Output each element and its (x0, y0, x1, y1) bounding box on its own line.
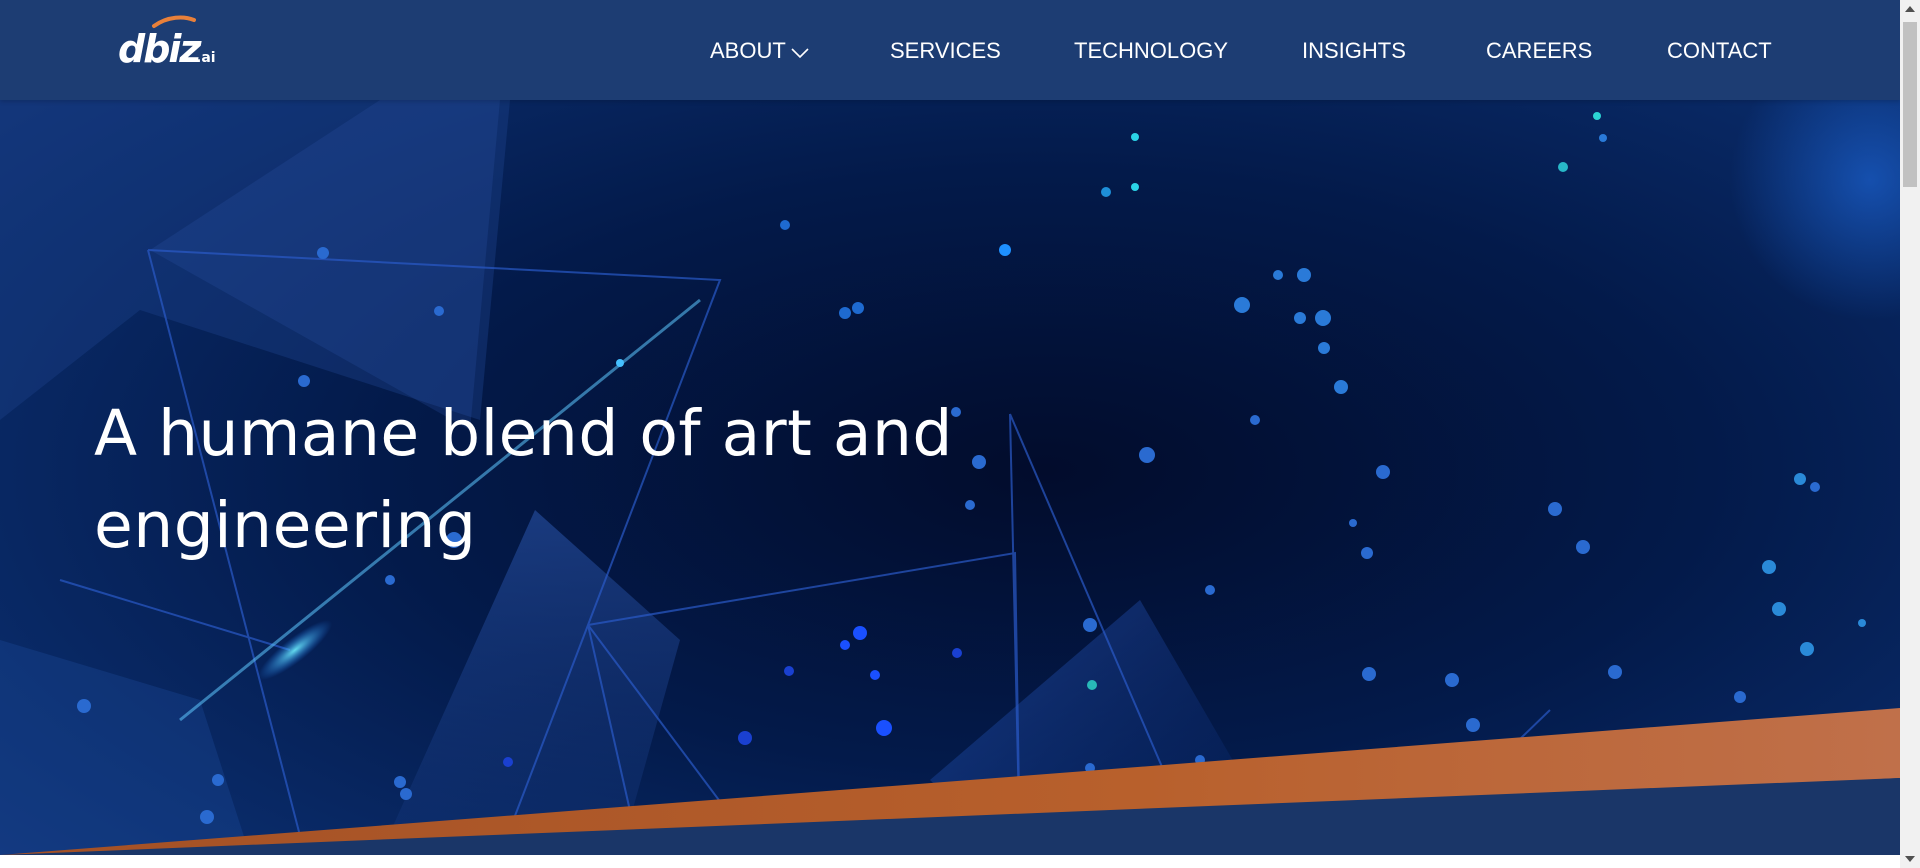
site-header: dbiz .ai ABOUT SERVICES TECHNOLOGY INSIG… (0, 0, 1900, 100)
nav-item-insights[interactable]: INSIGHTS (1302, 36, 1406, 66)
nav-item-label: TECHNOLOGY (1074, 38, 1229, 63)
nav-item-label: INSIGHTS (1302, 38, 1406, 63)
nav-item-label: CAREERS (1486, 38, 1593, 63)
chevron-down-icon (790, 37, 810, 67)
nav-item-label: CONTACT (1667, 38, 1772, 63)
nav-item-services[interactable]: SERVICES (890, 36, 1001, 66)
hero-section: A humane blend of art and engineering (0, 0, 1900, 855)
scroll-up-arrow-icon[interactable] (1905, 6, 1915, 12)
hero-headline: A humane blend of art and engineering (94, 388, 994, 572)
nav-item-label: ABOUT (710, 38, 786, 63)
nav-item-label: SERVICES (890, 38, 1001, 63)
nav-item-careers[interactable]: CAREERS (1486, 36, 1592, 66)
nav-item-contact[interactable]: CONTACT (1667, 36, 1772, 66)
page-scrollbar[interactable] (1900, 0, 1920, 868)
scroll-thumb[interactable] (1903, 22, 1917, 187)
nav-item-technology[interactable]: TECHNOLOGY (1074, 36, 1228, 66)
scroll-down-arrow-icon[interactable] (1905, 856, 1915, 862)
hero-headline-line1: A humane blend of art and (94, 397, 953, 470)
main-nav: ABOUT SERVICES TECHNOLOGY INSIGHTS CAREE… (0, 0, 1900, 100)
hero-headline-line2: engineering (94, 489, 477, 562)
nav-item-about[interactable]: ABOUT (710, 36, 810, 66)
